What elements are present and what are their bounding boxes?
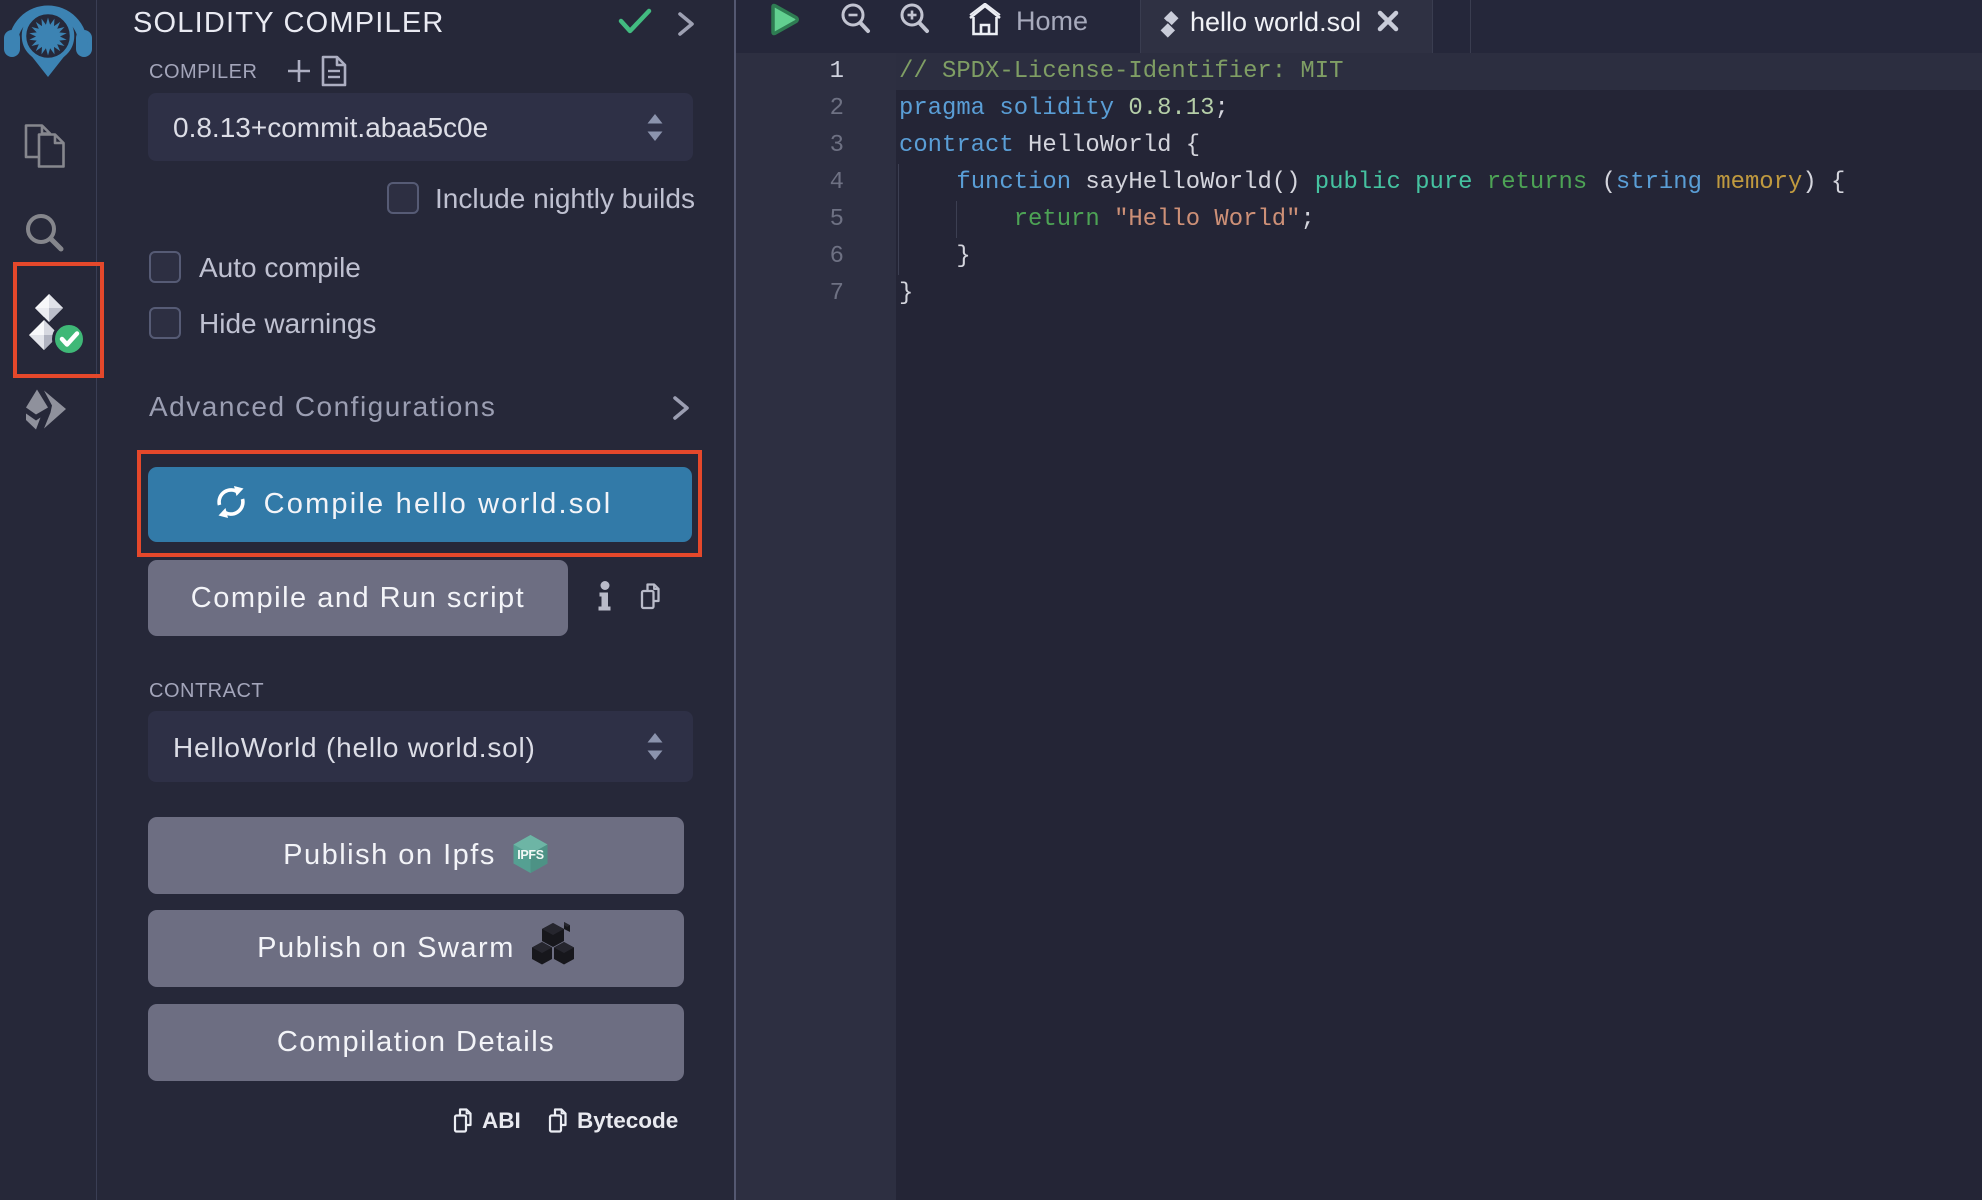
svg-text:IPFS: IPFS <box>517 848 544 862</box>
